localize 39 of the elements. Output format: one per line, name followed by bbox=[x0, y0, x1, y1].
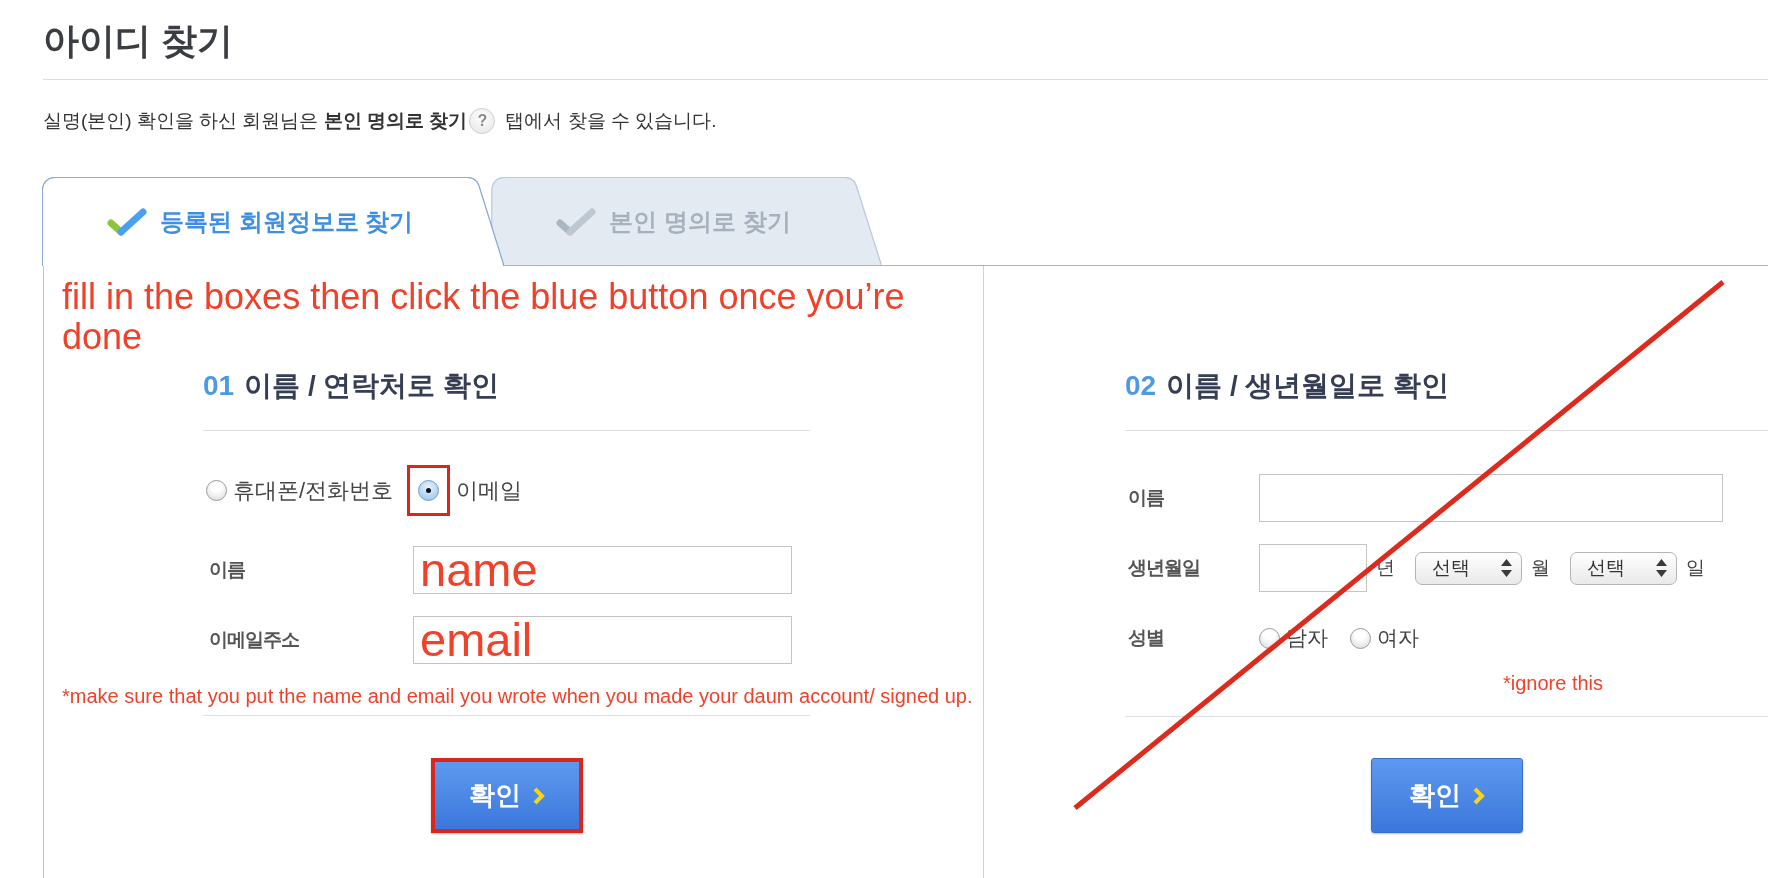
page-title: 아이디 찾기 bbox=[43, 19, 234, 63]
field-label: 이름 bbox=[1127, 486, 1165, 510]
notice-text: 탭에서 찾을 수 있습니다. bbox=[505, 109, 717, 133]
text-field[interactable]: email bbox=[413, 616, 792, 664]
check-icon bbox=[107, 208, 147, 236]
unit-label: 일 bbox=[1686, 556, 1705, 580]
field-label: 이름 bbox=[208, 558, 246, 582]
note-text: *make sure that you put the name and email you wrote when you made your daum account/ signed up. bbox=[62, 684, 973, 708]
field-label: 성별 bbox=[1127, 626, 1165, 650]
section-number: 02 bbox=[1125, 369, 1157, 403]
help-icon[interactable]: ? bbox=[469, 108, 496, 134]
section-title: 이름 / 생년월일로 확인 bbox=[1166, 369, 1450, 403]
confirm-button[interactable]: 확인 bbox=[1370, 758, 1523, 833]
tab[interactable]: 본인 명의로 찾기 bbox=[492, 178, 881, 265]
updown-arrows-icon bbox=[1501, 559, 1512, 577]
input-field[interactable] bbox=[1259, 544, 1367, 592]
text-field[interactable]: name bbox=[413, 546, 792, 594]
chevron-icon bbox=[532, 786, 545, 805]
dropdown[interactable]: 선택 bbox=[1570, 551, 1677, 585]
radio-button[interactable] bbox=[206, 480, 227, 501]
section-title: 이름 / 연락처로 확인 bbox=[244, 369, 500, 403]
section-number: 01 bbox=[203, 369, 235, 403]
field-label: 생년월일 bbox=[1127, 556, 1201, 580]
field-label: 이메일주소 bbox=[208, 628, 300, 652]
chevron-icon bbox=[1472, 786, 1485, 805]
radio-label: 여자 bbox=[1377, 625, 1419, 651]
dropdown[interactable]: 선택 bbox=[1415, 551, 1522, 585]
check-icon bbox=[556, 207, 597, 236]
text-field[interactable] bbox=[1259, 474, 1723, 522]
radio-label: 휴대폰/전화번호 bbox=[233, 476, 394, 505]
annotation-text: fill in the boxes then click the blue button once you’re done bbox=[62, 277, 906, 357]
radio-button[interactable] bbox=[418, 480, 440, 501]
confirm-button[interactable]: 확인 bbox=[430, 758, 583, 833]
note-text: *ignore this bbox=[1503, 671, 1604, 695]
notice-text: 실명(본인) 확인을 하신 회원님은 본인 명의로 찾기 bbox=[43, 109, 468, 133]
radio-button[interactable] bbox=[1350, 627, 1371, 649]
unit-label: 월 bbox=[1531, 556, 1550, 580]
radio-label: 이메일 bbox=[456, 476, 523, 505]
updown-arrows-icon bbox=[1656, 559, 1667, 577]
